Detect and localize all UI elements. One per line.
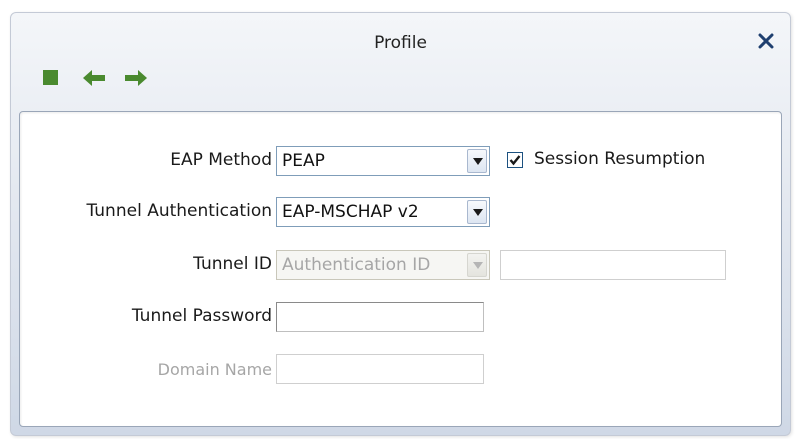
- back-arrow-icon: [83, 70, 105, 86]
- tunnel-id-select-value: Authentication ID: [282, 255, 431, 275]
- forward-arrow-icon: [125, 70, 147, 86]
- stop-icon: [43, 70, 58, 85]
- chevron-down-icon: [473, 262, 483, 269]
- chevron-down-icon: [473, 209, 483, 216]
- tunnel-authentication-value: EAP-MSCHAP v2: [282, 202, 419, 222]
- eap-method-dropdown-button[interactable]: [467, 149, 487, 173]
- window-title: Profile: [374, 33, 427, 53]
- domain-name-input: [276, 354, 484, 384]
- forward-button[interactable]: [123, 65, 149, 91]
- tunnel-password-label: Tunnel Password: [131, 306, 272, 326]
- chevron-down-icon: [473, 158, 483, 165]
- eap-method-label: EAP Method: [170, 150, 272, 170]
- session-resumption-label[interactable]: Session Resumption: [534, 149, 705, 169]
- session-resumption-checkbox[interactable]: [507, 152, 523, 168]
- tunnel-id-dropdown-button: [467, 253, 487, 277]
- tunnel-id-select: Authentication ID: [276, 250, 490, 280]
- close-button[interactable]: [754, 29, 778, 53]
- tunnel-authentication-dropdown-button[interactable]: [467, 200, 487, 224]
- profile-window: Profile EAP Method PEAP Session Resumpti…: [10, 12, 791, 436]
- eap-settings-panel: EAP Method PEAP Session Resumption Tunne…: [19, 111, 782, 427]
- eap-method-select[interactable]: PEAP: [276, 146, 490, 176]
- close-icon: [758, 33, 774, 49]
- tunnel-authentication-select[interactable]: EAP-MSCHAP v2: [276, 197, 490, 227]
- eap-method-value: PEAP: [282, 151, 325, 171]
- checkmark-icon: [509, 155, 521, 166]
- tunnel-authentication-label: Tunnel Authentication: [86, 201, 272, 221]
- tunnel-id-label: Tunnel ID: [193, 254, 272, 274]
- domain-name-label: Domain Name: [157, 360, 272, 379]
- back-button[interactable]: [81, 65, 107, 91]
- tunnel-id-input[interactable]: [500, 250, 726, 280]
- stop-button[interactable]: [39, 65, 65, 91]
- tunnel-password-input[interactable]: [276, 302, 484, 332]
